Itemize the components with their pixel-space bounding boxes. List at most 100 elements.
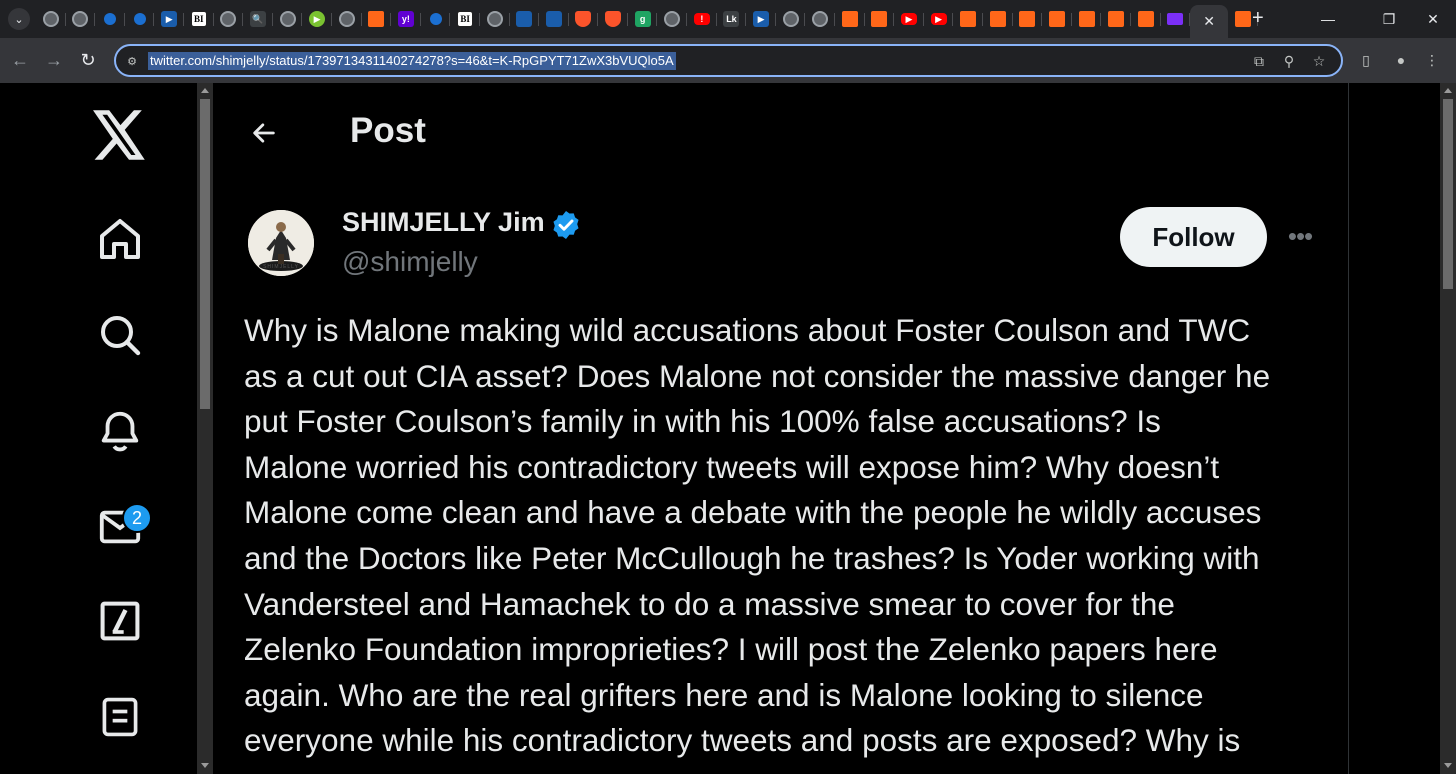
- browser-tab[interactable]: [95, 5, 125, 33]
- post-body-text: Why is Malone making wild accusations ab…: [244, 308, 1334, 764]
- browser-tab[interactable]: ▶: [154, 5, 184, 33]
- browser-tab[interactable]: ▶: [746, 5, 776, 33]
- bell-svg: [101, 411, 139, 452]
- bi-icon: BI: [457, 11, 474, 27]
- browser-tab[interactable]: !: [687, 5, 717, 33]
- scroll-down-arrow-icon[interactable]: [201, 763, 209, 768]
- browser-tab[interactable]: [569, 5, 599, 33]
- purple-icon: [1167, 13, 1184, 25]
- more-options-icon[interactable]: •••: [1280, 221, 1320, 251]
- browser-tab[interactable]: [421, 5, 451, 33]
- post-text-line: Malone come clean and have a debate with…: [244, 494, 1262, 531]
- restore-button[interactable]: ❐: [1366, 0, 1412, 38]
- browser-tab[interactable]: g: [628, 5, 658, 33]
- notifications-bell-icon[interactable]: [90, 401, 150, 461]
- browser-tab[interactable]: ▶: [302, 5, 332, 33]
- close-tab-icon[interactable]: ✕: [1203, 13, 1215, 30]
- search-svg: [101, 316, 141, 356]
- grok-slash-icon[interactable]: [90, 591, 150, 651]
- browser-tab[interactable]: [1131, 5, 1161, 33]
- page-scrollbar[interactable]: [1440, 83, 1456, 774]
- browser-tab[interactable]: [953, 5, 983, 33]
- address-bar[interactable]: ⚙ twitter.com/shimjelly/status/173971343…: [114, 44, 1343, 77]
- browser-tab[interactable]: [510, 5, 540, 33]
- globe-icon: [72, 11, 89, 27]
- browser-tab[interactable]: [1101, 5, 1131, 33]
- substack-icon: [960, 11, 977, 27]
- globe-icon: [812, 11, 829, 27]
- follow-button[interactable]: Follow: [1120, 207, 1267, 267]
- side-panel-icon[interactable]: ▯: [1356, 50, 1376, 70]
- active-browser-tab[interactable]: ✕: [1190, 5, 1229, 38]
- back-button[interactable]: ←: [8, 48, 32, 72]
- new-tab-button[interactable]: +: [1252, 8, 1264, 28]
- browser-tab[interactable]: [480, 5, 510, 33]
- post-text-line: Vandersteel and Hamachek to do a massive…: [244, 585, 1175, 622]
- avatar[interactable]: SHIMJELLY: [248, 210, 314, 276]
- browser-tab[interactable]: [805, 5, 835, 33]
- nav-scrollbar[interactable]: [197, 83, 213, 774]
- cube-icon: [545, 11, 562, 27]
- page-scroll-up-arrow-icon[interactable]: [1444, 88, 1452, 93]
- profile-icon[interactable]: ●: [1391, 50, 1411, 70]
- browser-tab[interactable]: [1042, 5, 1072, 33]
- tab-search-button[interactable]: ⌄: [8, 8, 30, 30]
- browser-tab[interactable]: [657, 5, 687, 33]
- substack-icon: [871, 11, 888, 27]
- back-arrow-icon[interactable]: [244, 113, 284, 153]
- page-scroll-down-arrow-icon[interactable]: [1444, 763, 1452, 768]
- bookmark-star-icon[interactable]: ☆: [1310, 52, 1328, 70]
- author-handle[interactable]: @shimjelly: [342, 246, 478, 278]
- home-svg: [100, 219, 140, 259]
- forward-button[interactable]: →: [42, 48, 66, 72]
- yahoo-icon: y!: [397, 11, 414, 27]
- substack-icon: [368, 11, 385, 27]
- youtube-icon: ▶: [930, 13, 947, 25]
- browser-tab[interactable]: [66, 5, 96, 33]
- browser-tab[interactable]: [1013, 5, 1043, 33]
- browser-tab[interactable]: [776, 5, 806, 33]
- browser-tab[interactable]: BI: [184, 5, 214, 33]
- browser-tab[interactable]: [1161, 5, 1191, 33]
- g-icon: g: [634, 11, 651, 27]
- install-app-icon[interactable]: ⧉: [1250, 52, 1268, 70]
- menu-kebab-icon[interactable]: ⋮: [1422, 50, 1442, 70]
- x-logo-icon[interactable]: [90, 105, 150, 165]
- browser-tab[interactable]: [539, 5, 569, 33]
- browser-tab[interactable]: [598, 5, 628, 33]
- browser-tab[interactable]: [332, 5, 362, 33]
- scroll-up-arrow-icon[interactable]: [201, 88, 209, 93]
- lists-icon[interactable]: [90, 687, 150, 747]
- browser-tab[interactable]: BI: [450, 5, 480, 33]
- author-name[interactable]: SHIMJELLY Jim: [342, 207, 545, 238]
- reload-button[interactable]: ↻: [76, 48, 100, 72]
- search-icon[interactable]: [90, 305, 150, 365]
- browser-tab[interactable]: [214, 5, 244, 33]
- nav-scrollbar-thumb[interactable]: [200, 99, 210, 409]
- browser-tab[interactable]: [36, 5, 66, 33]
- browser-tab[interactable]: [273, 5, 303, 33]
- messages-envelope-icon[interactable]: 2: [90, 497, 152, 557]
- text-icon: Lk: [723, 11, 740, 27]
- url-text[interactable]: twitter.com/shimjelly/status/17397134311…: [148, 52, 676, 70]
- browser-tab[interactable]: [1072, 5, 1102, 33]
- page-scrollbar-thumb[interactable]: [1443, 99, 1453, 289]
- browser-tab[interactable]: ▶: [924, 5, 954, 33]
- browser-tab[interactable]: [865, 5, 895, 33]
- browser-tab[interactable]: Lk: [717, 5, 747, 33]
- minimize-button[interactable]: —: [1305, 0, 1351, 38]
- zoom-icon[interactable]: ⚲: [1280, 52, 1298, 70]
- browser-tab[interactable]: [983, 5, 1013, 33]
- browser-tab[interactable]: ▶: [894, 5, 924, 33]
- blue-icon: ▶: [161, 11, 178, 27]
- browser-tab[interactable]: y!: [391, 5, 421, 33]
- browser-tab[interactable]: [362, 5, 392, 33]
- globe-icon: [42, 11, 59, 27]
- browser-tab[interactable]: 🔍: [243, 5, 273, 33]
- close-window-button[interactable]: ✕: [1410, 0, 1456, 38]
- site-info-icon[interactable]: ⚙: [124, 53, 140, 69]
- home-icon[interactable]: [90, 209, 150, 269]
- browser-tab[interactable]: [835, 5, 865, 33]
- browser-tab[interactable]: [125, 5, 155, 33]
- globe-icon: [279, 11, 296, 27]
